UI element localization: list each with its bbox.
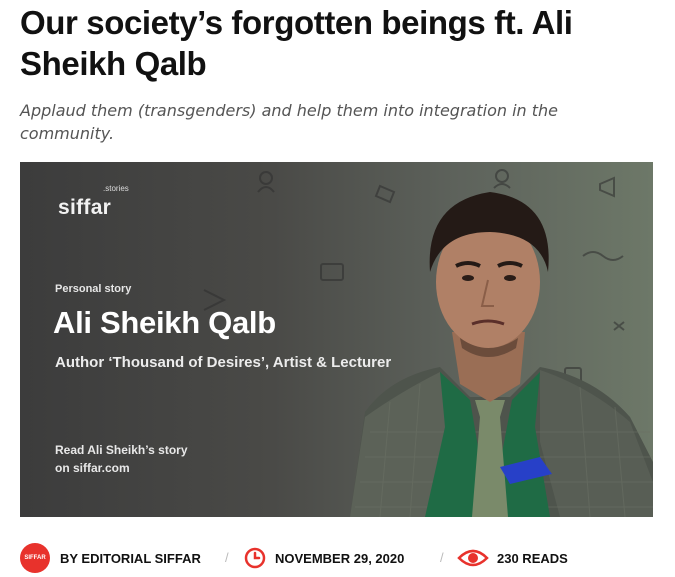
article-subtitle: Applaud them (transgenders) and help the…	[20, 101, 559, 143]
meta-separator: /	[440, 550, 444, 565]
banner-person-name: Ali Sheikh Qalb	[53, 305, 276, 340]
clock-icon	[244, 547, 266, 574]
hero-banner-image: .stories siffar Personal story Ali Sheik…	[20, 162, 653, 517]
brand-tagline: .stories	[103, 184, 129, 193]
read-count: 230 READS	[497, 551, 568, 566]
avatar-text: SIFFAR	[24, 555, 46, 561]
banner-kicker: Personal story	[55, 283, 132, 295]
meta-separator: /	[225, 550, 229, 565]
banner-person-roles: Author ‘Thousand of Desires’, Artist & L…	[55, 354, 392, 371]
publish-date: NOVEMBER 29, 2020	[275, 551, 405, 566]
author-byline[interactable]: BY EDITORIAL SIFFAR	[60, 551, 201, 566]
article-title: Our society’s forgotten beings ft. Ali S…	[20, 4, 573, 82]
eye-icon	[457, 548, 489, 573]
article-meta-bar: SIFFAR BY EDITORIAL SIFFAR / NOVEMBER 29…	[20, 541, 660, 577]
author-avatar[interactable]: SIFFAR	[20, 543, 50, 573]
banner-cta-line-2: on siffar.com	[55, 461, 130, 475]
banner-logo: siffar	[58, 196, 112, 219]
banner-cta-line-1: Read Ali Sheikh’s story	[55, 443, 188, 457]
